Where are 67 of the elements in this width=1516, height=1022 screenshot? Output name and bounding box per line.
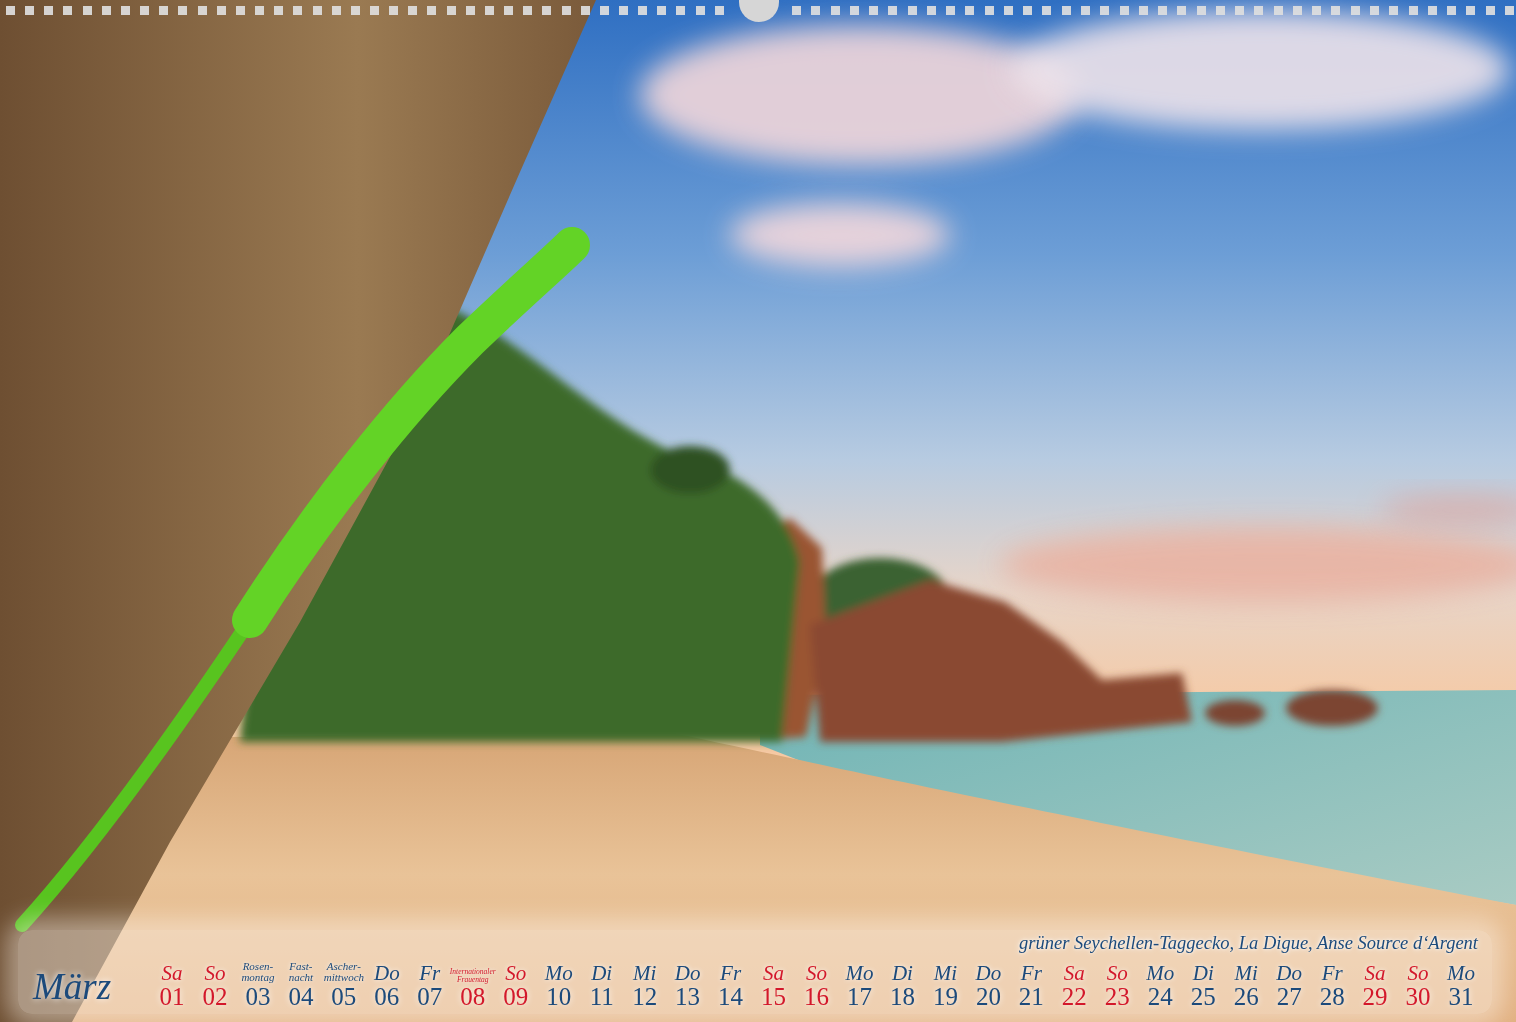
day-number: 07 <box>417 983 443 1010</box>
weekday-label: So <box>204 962 226 984</box>
weekday-label: Sa <box>763 962 785 984</box>
binding-hole-icon <box>619 6 628 15</box>
weekday-label: Mi <box>632 962 657 984</box>
day-number: 26 <box>1233 983 1259 1010</box>
weekday-label: Do <box>374 962 400 984</box>
day-number: 23 <box>1104 983 1130 1010</box>
day-number: 19 <box>932 983 958 1010</box>
day-number: 31 <box>1448 983 1474 1010</box>
day-number: 18 <box>889 983 915 1010</box>
day-number: 12 <box>632 983 658 1010</box>
day-number: 03 <box>245 983 271 1010</box>
weekday-label: Do <box>674 962 701 984</box>
day-number: 16 <box>804 983 829 1010</box>
weekday-label: Fr <box>1020 962 1042 984</box>
weekday-label: Mo <box>1447 962 1476 984</box>
weekday-label: Mi <box>1234 962 1258 984</box>
weekday-label: Mo <box>845 962 874 984</box>
day-number: 14 <box>718 983 744 1010</box>
weekday-label: Fr <box>1321 962 1343 984</box>
weekday-label: So <box>1106 962 1128 984</box>
day-number: 04 <box>288 983 314 1010</box>
day-number: 10 <box>546 983 572 1010</box>
holiday-label: Fast-nacht <box>288 960 314 984</box>
weekday-label: Sa <box>161 962 183 984</box>
day-number: 27 <box>1276 983 1302 1010</box>
weekday-label: Di <box>591 962 613 984</box>
weekday-label: Do <box>975 962 1002 984</box>
day-number: 08 <box>460 983 486 1010</box>
binding-hole-icon <box>1081 6 1090 15</box>
weekday-label: Sa <box>1063 962 1085 984</box>
weekday-label: So <box>806 962 827 984</box>
day-number: 22 <box>1061 983 1087 1010</box>
weekday-label: Mo <box>1146 962 1175 984</box>
month-title: März <box>33 966 112 1007</box>
weekday-label: Mi <box>933 962 958 984</box>
day-number: 29 <box>1362 983 1388 1010</box>
day-number: 11 <box>589 983 614 1010</box>
day-number: 02 <box>202 983 228 1010</box>
day-number: 06 <box>374 983 400 1010</box>
holiday-label: Rosen-montag <box>241 960 275 984</box>
weekday-label: Sa <box>1364 962 1386 984</box>
photo-caption: grüner Seychellen-Taggecko, La Digue, Anse Source d‘Argent <box>1019 933 1478 954</box>
day-number: 15 <box>761 983 787 1010</box>
day-number: 13 <box>675 983 701 1010</box>
day-number: 09 <box>503 983 529 1010</box>
weekday-label: So <box>1407 962 1429 984</box>
weekday-label: Mo <box>544 962 573 984</box>
day-number: 30 <box>1405 983 1431 1010</box>
day-number: 21 <box>1018 983 1044 1010</box>
day-number: 05 <box>331 983 357 1010</box>
day-number: 25 <box>1190 983 1216 1010</box>
holiday-label: Ascher-mittwoch <box>323 960 364 984</box>
binding-hole-icon <box>792 6 801 15</box>
day-number: 17 <box>847 983 872 1010</box>
day-number: 20 <box>975 983 1001 1010</box>
day-number: 01 <box>159 983 185 1010</box>
day-number: 24 <box>1147 983 1173 1010</box>
day-number: 28 <box>1319 983 1345 1010</box>
binding-hole-icon <box>6 6 15 15</box>
weekday-label: So <box>505 962 527 984</box>
weekday-label: Di <box>891 962 913 984</box>
weekday-label: Fr <box>419 962 441 984</box>
weekday-label: Fr <box>720 962 742 984</box>
weekday-label: Di <box>1192 962 1214 984</box>
weekday-label: Do <box>1276 962 1302 984</box>
